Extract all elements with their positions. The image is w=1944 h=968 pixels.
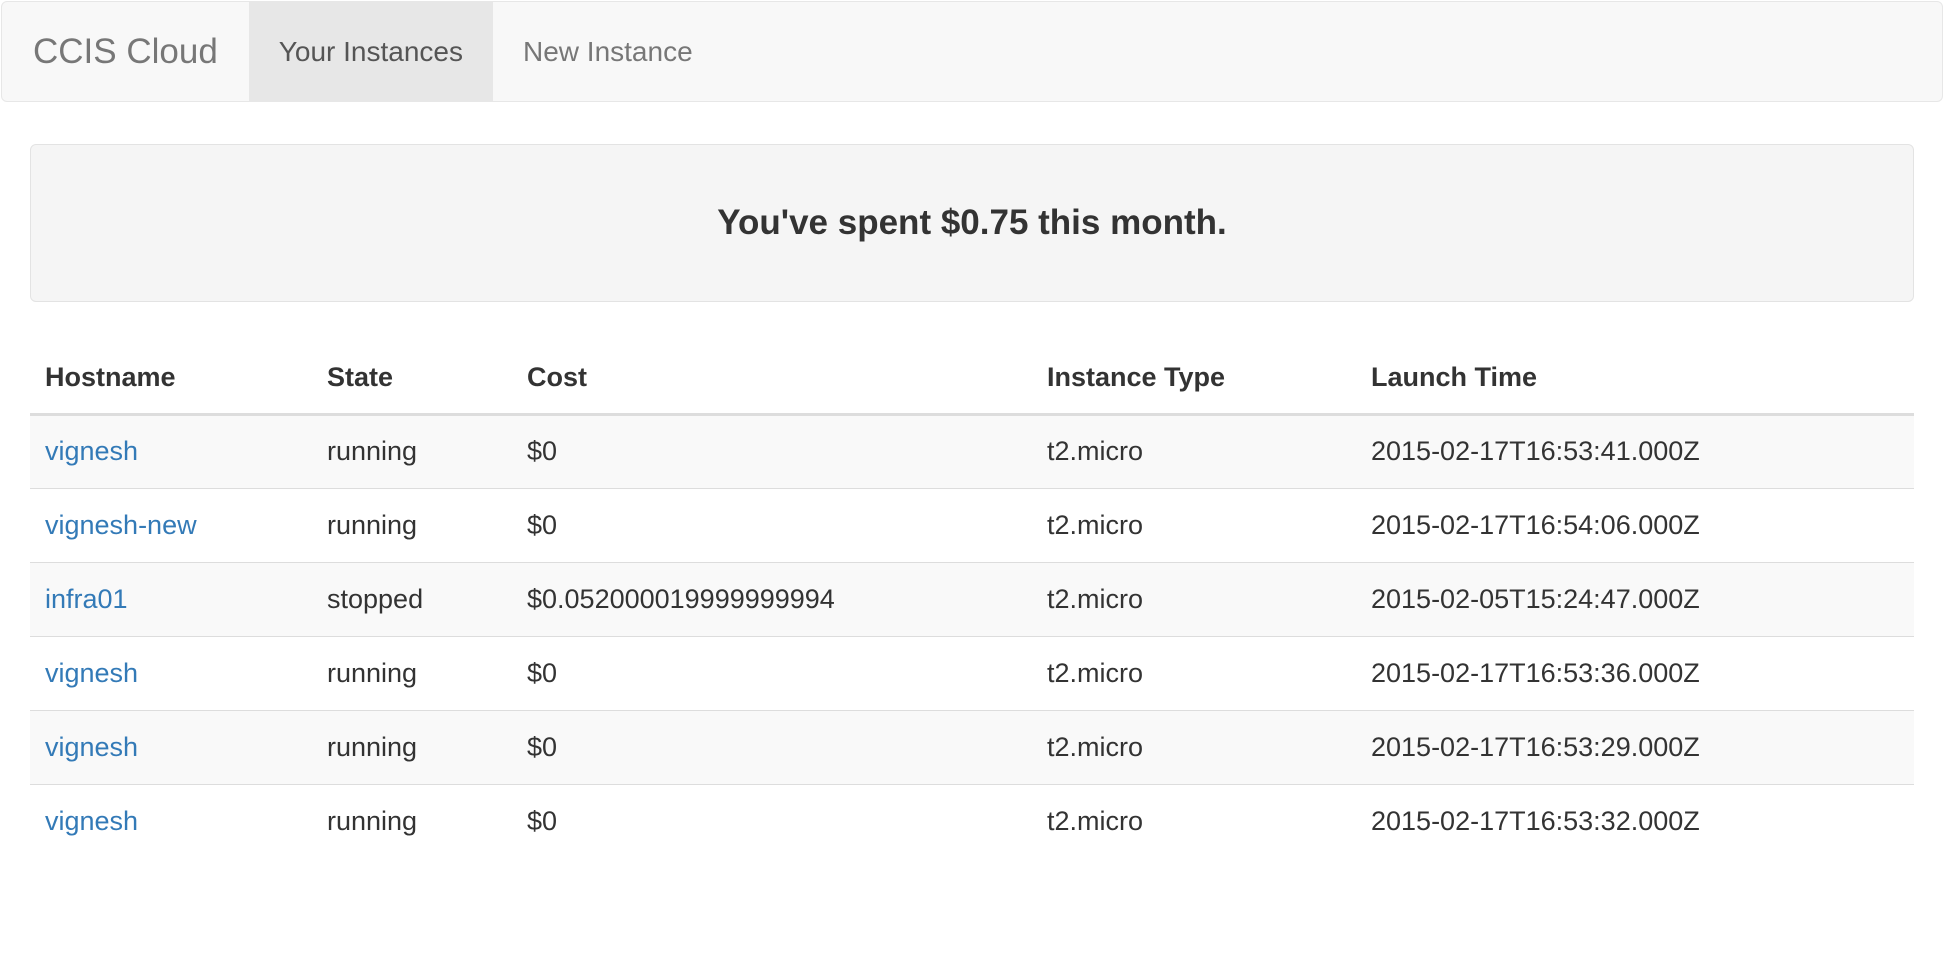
cost-cell: $0 [512, 636, 1032, 711]
cost-cell: $0.052000019999999994 [512, 562, 1032, 637]
instance-type-cell: t2.micro [1032, 414, 1356, 489]
hostname-link[interactable]: vignesh [45, 436, 138, 466]
instance-type-cell: t2.micro [1032, 488, 1356, 563]
hostname-cell: vignesh [30, 636, 312, 711]
hostname-cell: vignesh [30, 784, 312, 858]
hostname-cell: vignesh-new [30, 488, 312, 563]
table-row: vignesh running $0 t2.micro 2015-02-17T1… [30, 710, 1914, 785]
cost-cell: $0 [512, 414, 1032, 489]
hostname-cell: infra01 [30, 562, 312, 637]
launch-time-cell: 2015-02-17T16:53:29.000Z [1356, 710, 1914, 785]
launch-time-cell: 2015-02-17T16:53:36.000Z [1356, 636, 1914, 711]
cost-cell: $0 [512, 488, 1032, 563]
instance-type-cell: t2.micro [1032, 636, 1356, 711]
instance-type-cell: t2.micro [1032, 710, 1356, 785]
cost-cell: $0 [512, 710, 1032, 785]
table-row: infra01 stopped $0.052000019999999994 t2… [30, 562, 1914, 637]
tab-your-instances[interactable]: Your Instances [248, 2, 493, 101]
launch-time-cell: 2015-02-17T16:53:41.000Z [1356, 414, 1914, 489]
table-row: vignesh running $0 t2.micro 2015-02-17T1… [30, 414, 1914, 489]
state-cell: running [312, 636, 512, 711]
table-body: vignesh running $0 t2.micro 2015-02-17T1… [30, 414, 1914, 858]
table-row: vignesh running $0 t2.micro 2015-02-17T1… [30, 784, 1914, 858]
launch-time-cell: 2015-02-05T15:24:47.000Z [1356, 562, 1914, 637]
state-cell: running [327, 805, 418, 836]
hostname-link[interactable]: infra01 [45, 584, 128, 614]
hostname-cell: vignesh [30, 710, 312, 785]
hostname-link[interactable]: vignesh [45, 732, 138, 762]
table-header-row: Hostname State Cost Instance Type Launch… [30, 342, 1914, 416]
spending-summary-panel: You've spent $0.75 this month. [30, 144, 1914, 302]
state-cell: running [312, 414, 512, 489]
state-cell: running [312, 488, 512, 563]
column-header-instance-type: Instance Type [1032, 342, 1356, 416]
table-row: vignesh-new running $0 t2.micro 2015-02-… [30, 488, 1914, 563]
spending-summary-text: You've spent $0.75 this month. [717, 203, 1227, 242]
table-header: Hostname State Cost Instance Type Launch… [30, 342, 1914, 416]
column-header-hostname: Hostname [30, 342, 312, 416]
hostname-link[interactable]: vignesh [45, 806, 138, 836]
column-header-cost: Cost [512, 342, 1032, 416]
instance-type-cell: t2.micro [1047, 805, 1144, 836]
state-cell: stopped [312, 562, 512, 637]
brand-link[interactable]: CCIS Cloud [2, 2, 249, 101]
hostname-link[interactable]: vignesh [45, 658, 138, 688]
hostname-link[interactable]: vignesh-new [45, 510, 197, 540]
column-header-launch-time: Launch Time [1356, 342, 1914, 416]
column-header-state: State [312, 342, 512, 416]
state-cell: running [312, 710, 512, 785]
hostname-cell: vignesh [30, 414, 312, 489]
table-row: vignesh running $0 t2.micro 2015-02-17T1… [30, 636, 1914, 711]
tab-new-instance[interactable]: New Instance [493, 2, 723, 101]
launch-time-cell: 2015-02-17T16:53:32.000Z [1371, 805, 1700, 836]
launch-time-cell: 2015-02-17T16:54:06.000Z [1356, 488, 1914, 563]
top-navbar: CCIS Cloud Your Instances New Instance [1, 1, 1943, 102]
instance-type-cell: t2.micro [1032, 562, 1356, 637]
cost-cell: $0 [527, 805, 558, 836]
instances-table: Hostname State Cost Instance Type Launch… [30, 342, 1914, 858]
